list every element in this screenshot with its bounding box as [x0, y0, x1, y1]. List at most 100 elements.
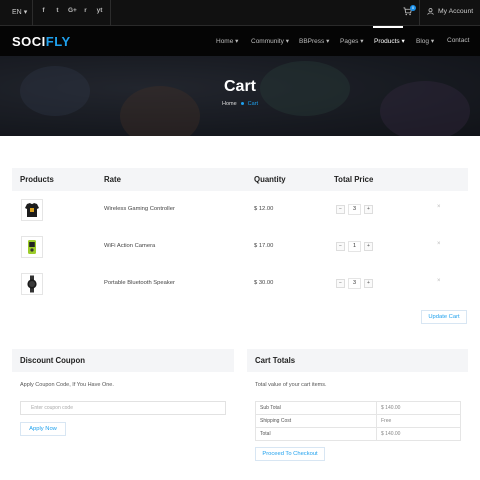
- youtube-icon[interactable]: yt: [96, 7, 103, 14]
- table-row: Shipping Cost Free: [255, 414, 461, 428]
- column-header-total-price: Total Price: [334, 175, 374, 184]
- nav-label: Products: [374, 38, 400, 45]
- nav-label: Pages: [340, 38, 359, 45]
- active-nav-indicator: [373, 26, 403, 28]
- subtotal-label: Sub Total: [255, 401, 377, 415]
- social-links: f t G+ r yt: [40, 7, 103, 14]
- nav-label: Blog: [416, 38, 430, 45]
- minus-button[interactable]: −: [336, 241, 345, 251]
- site-logo[interactable]: SOCIFLY: [12, 34, 71, 49]
- facebook-icon[interactable]: f: [40, 7, 47, 14]
- main-header: SOCIFLY Home ▾ Community ▾ BBPress ▾ Pag…: [0, 26, 480, 56]
- product-name[interactable]: Wireless Gaming Controller: [104, 206, 175, 212]
- nav-item-pages[interactable]: Pages ▾: [340, 37, 364, 45]
- totals-table: Sub Total $ 140.00 Shipping Cost Free To…: [255, 401, 461, 441]
- product-rate: $ 17.00: [254, 243, 274, 249]
- smartwatch-image[interactable]: [21, 273, 43, 295]
- remove-item-icon[interactable]: ×: [437, 241, 441, 247]
- chevron-down-icon: ▾: [235, 38, 239, 45]
- coupon-description: Apply Coupon Code, If You Have One.: [20, 382, 114, 388]
- tshirt-image[interactable]: [21, 199, 43, 221]
- nav-item-products[interactable]: Products ▾: [374, 37, 405, 45]
- coupon-title: Discount Coupon: [20, 356, 85, 365]
- breadcrumb-current: Cart: [247, 101, 259, 107]
- minus-button[interactable]: −: [336, 278, 345, 288]
- cart-count-badge: 0: [410, 5, 416, 11]
- rss-icon[interactable]: r: [82, 7, 89, 14]
- quantity-stepper: − 3 +: [336, 277, 376, 289]
- total-label: Total: [255, 427, 377, 441]
- minus-button[interactable]: −: [336, 204, 345, 214]
- table-row: Sub Total $ 140.00: [255, 401, 461, 415]
- product-name[interactable]: Portable Bluetooth Speaker: [104, 280, 175, 286]
- apply-coupon-button[interactable]: Apply Now: [20, 422, 66, 436]
- chevron-down-icon: ▾: [430, 38, 435, 45]
- logo-text: SOCI: [12, 34, 46, 49]
- nav-label: Contact: [447, 37, 470, 44]
- quantity-stepper: − 3 +: [336, 203, 376, 215]
- divider: [419, 0, 420, 26]
- nav-label: BBPress: [299, 38, 325, 45]
- quantity-input[interactable]: 3: [348, 277, 361, 289]
- table-row: WiFi Action Camera $ 17.00 − 1 + ×: [12, 228, 468, 265]
- coupon-code-input[interactable]: [20, 401, 226, 415]
- shipping-label: Shipping Cost: [255, 414, 377, 428]
- top-bar: EN ▾ f t G+ r yt 0 My Account: [0, 0, 480, 26]
- breadcrumb: Home Cart: [0, 101, 480, 107]
- banner-overlay: [0, 56, 480, 136]
- product-rate: $ 30.00: [254, 280, 274, 286]
- shipping-value: Free: [376, 414, 461, 428]
- totals-panel-header: Cart Totals: [247, 349, 468, 372]
- page-banner: Cart Home Cart: [0, 56, 480, 136]
- nav-item-bbpress[interactable]: BBPress ▾: [299, 37, 329, 45]
- divider: [110, 0, 111, 26]
- proceed-to-checkout-button[interactable]: Proceed To Checkout: [255, 447, 325, 461]
- cart-table-header: Products Rate Quantity Total Price: [12, 168, 468, 191]
- plus-button[interactable]: +: [364, 204, 373, 214]
- plus-button[interactable]: +: [364, 278, 373, 288]
- breadcrumb-separator: [240, 102, 244, 106]
- quantity-input[interactable]: 3: [348, 203, 361, 215]
- logo-accent-text: FLY: [45, 34, 71, 49]
- nav-item-blog[interactable]: Blog ▾: [416, 37, 434, 45]
- twitter-icon[interactable]: t: [54, 7, 61, 14]
- action-camera-image[interactable]: [21, 236, 43, 258]
- user-icon: [427, 8, 434, 15]
- totals-description: Total value of your cart items.: [255, 382, 327, 388]
- product-rate: $ 12.00: [254, 206, 274, 212]
- page-title: Cart: [223, 78, 256, 95]
- nav-item-home[interactable]: Home ▾: [216, 37, 238, 45]
- totals-title: Cart Totals: [255, 356, 296, 365]
- breadcrumb-home[interactable]: Home: [222, 101, 237, 107]
- remove-item-icon[interactable]: ×: [437, 278, 441, 284]
- language-label: EN: [12, 9, 22, 16]
- divider: [32, 0, 33, 26]
- quantity-stepper: − 1 +: [336, 240, 376, 252]
- update-cart-button[interactable]: Update Cart: [421, 310, 467, 324]
- nav-item-contact[interactable]: Contact: [447, 37, 469, 44]
- plus-button[interactable]: +: [364, 241, 373, 251]
- total-value: $ 140.00: [376, 427, 461, 441]
- google-plus-icon[interactable]: G+: [68, 7, 77, 14]
- chevron-down-icon: ▾: [285, 38, 289, 45]
- chevron-down-icon: ▾: [360, 38, 364, 45]
- table-row: Wireless Gaming Controller $ 12.00 − 3 +…: [12, 191, 468, 228]
- table-row: Total $ 140.00: [255, 427, 461, 441]
- product-name[interactable]: WiFi Action Camera: [104, 243, 155, 249]
- column-header-products: Products: [20, 175, 54, 184]
- nav-label: Community: [251, 38, 284, 45]
- column-header-quantity: Quantity: [254, 175, 286, 184]
- chevron-down-icon: ▾: [23, 9, 28, 16]
- my-account-link[interactable]: My Account: [427, 8, 473, 15]
- table-row: Portable Bluetooth Speaker $ 30.00 − 3 +…: [12, 265, 468, 302]
- subtotal-value: $ 140.00: [376, 401, 461, 415]
- nav-item-community[interactable]: Community ▾: [251, 37, 289, 45]
- chevron-down-icon: ▾: [401, 38, 405, 45]
- language-selector[interactable]: EN ▾: [12, 8, 27, 16]
- remove-item-icon[interactable]: ×: [437, 204, 441, 210]
- chevron-down-icon: ▾: [326, 38, 330, 45]
- nav-label: Home: [216, 38, 234, 45]
- quantity-input[interactable]: 1: [348, 240, 361, 252]
- coupon-panel-header: Discount Coupon: [12, 349, 234, 372]
- column-header-rate: Rate: [104, 175, 121, 184]
